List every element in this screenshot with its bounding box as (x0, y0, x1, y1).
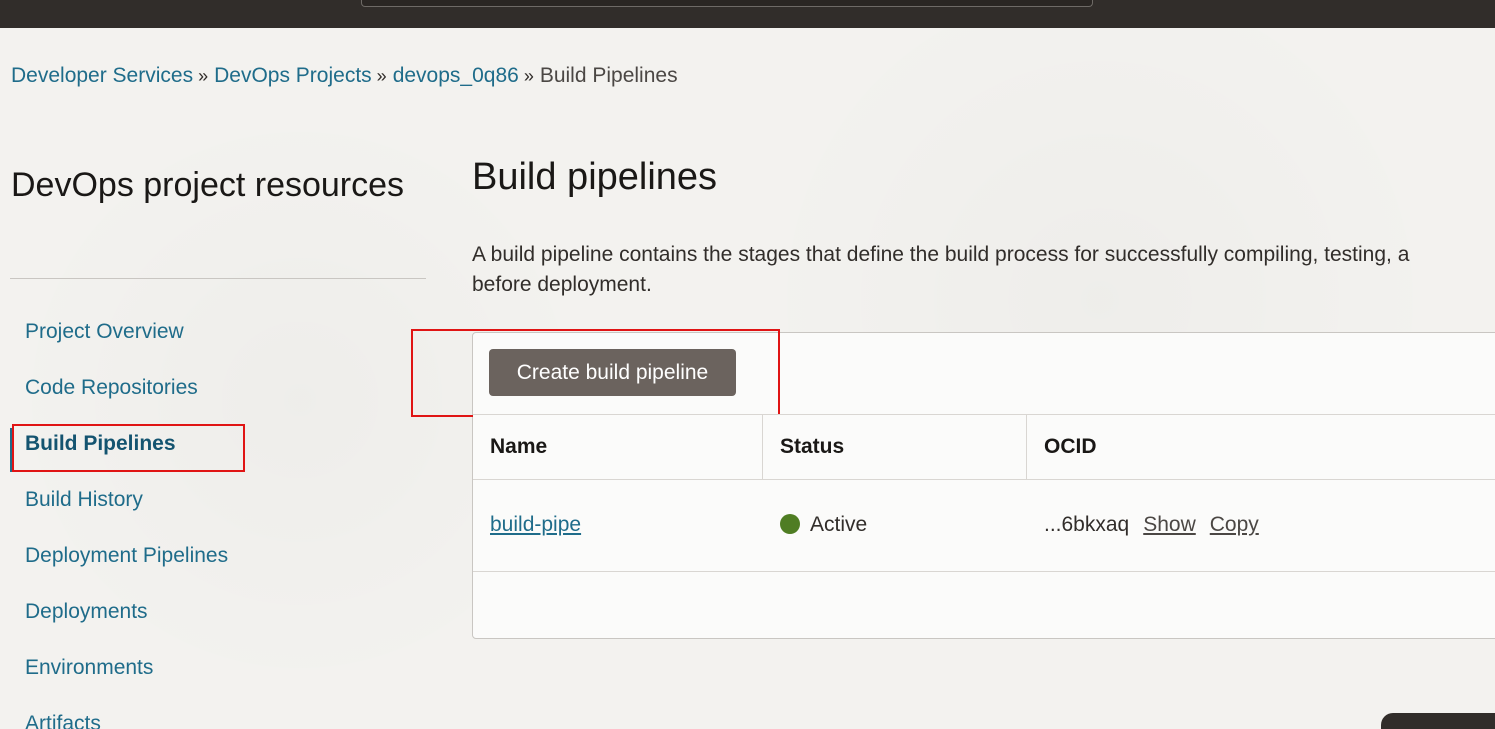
page: Developer Services» DevOps Projects» devop… (0, 0, 1495, 729)
chevron-double-right-icon: » (523, 66, 534, 86)
sidebar-divider (10, 278, 426, 279)
help-widget[interactable] (1381, 713, 1495, 729)
ocid-value: ...6bkxaq (1044, 513, 1130, 536)
sidebar-item-build-history[interactable]: Build History (10, 472, 426, 528)
chevron-double-right-icon: » (376, 66, 387, 86)
page-description-line-2: before deployment. (472, 273, 652, 296)
breadcrumb: Developer Services» DevOps Projects» devop… (11, 64, 678, 88)
cell-name: build-pipe (490, 479, 581, 571)
sidebar-item-deployment-pipelines[interactable]: Deployment Pipelines (10, 528, 426, 584)
global-search-bar[interactable] (361, 0, 1093, 7)
cell-status: Active (780, 479, 867, 571)
ocid-copy-link[interactable]: Copy (1210, 513, 1259, 536)
page-description-line-1: A build pipeline contains the stages tha… (472, 243, 1410, 266)
page-description: A build pipeline contains the stages tha… (472, 240, 1495, 300)
status-text: Active (810, 513, 868, 536)
column-header-name[interactable]: Name (473, 415, 763, 479)
annotation-highlight-build-pipelines (12, 424, 245, 472)
pipeline-name-link[interactable]: build-pipe (490, 513, 581, 536)
sidebar-item-environments[interactable]: Environments (10, 640, 426, 696)
breadcrumb-devops-projects[interactable]: DevOps Projects (214, 64, 372, 87)
status-dot-icon (780, 514, 800, 534)
cell-ocid: ...6bkxaq Show Copy (1044, 479, 1259, 571)
breadcrumb-project[interactable]: devops_0q86 (393, 64, 519, 87)
sidebar-item-project-overview[interactable]: Project Overview (10, 304, 426, 360)
sidebar-title: DevOps project resources (11, 166, 405, 204)
sidebar-nav: Project Overview Code Repositories Build… (10, 304, 426, 729)
breadcrumb-current: Build Pipelines (539, 64, 678, 87)
annotation-highlight-create-button (411, 329, 780, 417)
chevron-double-right-icon: » (198, 66, 209, 86)
sidebar-item-code-repositories[interactable]: Code Repositories (10, 360, 426, 416)
sidebar-item-deployments[interactable]: Deployments (10, 584, 426, 640)
ocid-show-link[interactable]: Show (1143, 513, 1196, 536)
table-row: build-pipe Active ...6bkxaq Show Copy (473, 479, 1495, 572)
page-title: Build pipelines (472, 156, 718, 198)
breadcrumb-developer-services[interactable]: Developer Services (11, 64, 193, 87)
column-header-status[interactable]: Status (763, 415, 1027, 479)
top-navigation-bar (0, 0, 1495, 28)
column-header-ocid[interactable]: OCID (1027, 415, 1495, 479)
sidebar-item-artifacts[interactable]: Artifacts (10, 696, 426, 729)
table-header: Name Status OCID (473, 414, 1495, 480)
